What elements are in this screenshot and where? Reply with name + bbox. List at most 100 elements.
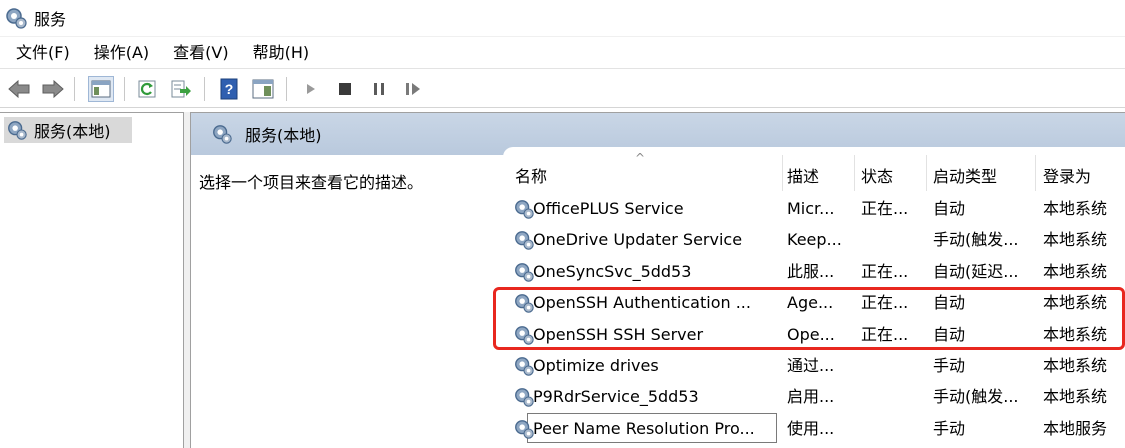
table-row[interactable]: OneDrive Updater Service Keep... 手动(触发... 本… <box>503 224 1125 255</box>
help-button[interactable]: ? <box>216 76 242 102</box>
start-service-button[interactable] <box>298 76 324 102</box>
cell-logon-as: 本地系统 <box>1043 387 1108 407</box>
stop-service-button[interactable] <box>332 76 358 102</box>
cell-status <box>861 224 923 255</box>
services-gear-icon <box>8 121 27 140</box>
cell-startup-type: 手动(触发... <box>933 230 1019 250</box>
cell-logon-as: 本地系统 <box>1043 199 1108 218</box>
cell-description: Ope... <box>787 324 835 344</box>
forward-arrow-icon <box>42 79 64 99</box>
cell-name: OpenSSH Authentication ... <box>533 293 751 313</box>
column-header-logon-as[interactable]: 登录为 <box>1039 157 1125 193</box>
cell-name: OfficePLUS Service <box>533 199 684 218</box>
refresh-icon <box>138 80 156 98</box>
cell-name: OpenSSH SSH Server <box>533 324 704 344</box>
forward-button[interactable] <box>40 76 66 102</box>
services-gear-icon <box>6 8 27 29</box>
cell-logon-as: 本地服务 <box>1043 418 1108 438</box>
cell-logon-as: 本地系统 <box>1043 324 1108 344</box>
column-header-name[interactable]: 名称 <box>511 157 773 193</box>
table-row[interactable]: OpenSSH SSH Server Ope... 正在... 自动 本地系统 <box>503 319 1125 350</box>
cell-status: 正在... <box>861 199 909 218</box>
tree-item-label: 服务(本地) <box>34 122 111 141</box>
cell-name: Peer Name Resolution Pro... <box>533 418 755 438</box>
export-list-icon <box>171 80 191 98</box>
pane-title: 服务(本地) <box>245 126 322 145</box>
cell-name: P9RdrService_5dd53 <box>533 387 699 407</box>
table-row[interactable]: Optimize drives 通过... 手动 本地系统 <box>503 350 1125 381</box>
cell-description: 此服... <box>787 261 835 281</box>
cell-status: 正在... <box>861 324 909 344</box>
cell-name: OneSyncSvc_5dd53 <box>533 261 692 281</box>
menu-bar: 文件(F) 操作(A) 查看(V) 帮助(H) <box>0 36 1125 68</box>
cell-description: Micr... <box>787 199 835 218</box>
details-pane: 服务(本地) 选择一个项目来查看它的描述。 ^ 名称 描述 状态 启动类型 登录… <box>190 112 1125 448</box>
service-gear-icon <box>515 200 534 219</box>
table-row[interactable]: OneSyncSvc_5dd53 此服... 正在... 自动(延迟... 本地系统 <box>503 256 1125 287</box>
column-header-status[interactable]: 状态 <box>857 157 927 193</box>
show-hide-console-tree-icon <box>91 80 111 98</box>
service-gear-icon <box>515 294 534 313</box>
svg-text:?: ? <box>225 81 234 97</box>
cell-name: Optimize drives <box>533 356 659 375</box>
pause-service-button[interactable] <box>366 76 392 102</box>
back-button[interactable] <box>6 76 32 102</box>
cell-startup-type: 手动 <box>933 418 966 438</box>
services-list: ^ 名称 描述 状态 启动类型 登录为 OfficePLUS Service Mi… <box>503 147 1125 448</box>
cell-description: Keep... <box>787 230 842 250</box>
cell-description: 使用... <box>787 418 835 438</box>
title-bar: 服务 <box>0 0 1125 36</box>
export-list-button[interactable] <box>168 76 194 102</box>
show-hide-tree-button[interactable] <box>88 76 114 102</box>
restart-service-button[interactable] <box>400 76 426 102</box>
cell-startup-type: 手动(触发... <box>933 387 1019 407</box>
cell-startup-type: 自动 <box>933 293 966 313</box>
pause-service-icon <box>374 83 384 95</box>
service-gear-icon <box>515 419 534 439</box>
cell-logon-as: 本地系统 <box>1043 261 1108 281</box>
help-icon: ? <box>220 78 238 100</box>
column-header-startup-type[interactable]: 启动类型 <box>929 157 1035 193</box>
cell-startup-type: 手动 <box>933 356 966 375</box>
menu-action[interactable]: 操作(A) <box>86 39 157 67</box>
description-hint: 选择一个项目来查看它的描述。 <box>199 173 424 192</box>
menu-help[interactable]: 帮助(H) <box>245 39 318 67</box>
column-header-description[interactable]: 描述 <box>783 157 853 193</box>
toolbar: ? <box>0 68 1125 108</box>
table-row[interactable]: P9RdrService_5dd53 启用... 手动(触发... 本地系统 <box>503 381 1125 412</box>
cell-status: 正在... <box>861 293 909 313</box>
properties-pane-icon <box>252 79 274 99</box>
table-row[interactable]: OpenSSH Authentication ... Age... 正在... 自动 本… <box>503 287 1125 318</box>
cell-startup-type: 自动(延迟... <box>933 261 1019 281</box>
stop-service-icon <box>339 83 351 95</box>
table-row[interactable]: OfficePLUS Service Micr... 正在... 自动 本地系统 <box>503 193 1125 224</box>
cell-description: Age... <box>787 293 834 313</box>
refresh-button[interactable] <box>134 76 160 102</box>
menu-view[interactable]: 查看(V) <box>165 39 236 67</box>
cell-status <box>861 350 923 381</box>
cell-description: 通过... <box>787 356 835 375</box>
service-gear-icon <box>515 262 534 282</box>
cell-description: 启用... <box>787 387 835 407</box>
services-gear-icon <box>213 125 232 144</box>
console-tree: 服务(本地) <box>0 112 184 448</box>
cell-status: 正在... <box>861 261 909 281</box>
tree-item-services-local[interactable]: 服务(本地) <box>4 117 132 143</box>
service-gear-icon <box>515 231 534 251</box>
cell-startup-type: 自动 <box>933 324 966 344</box>
cell-status <box>861 413 923 444</box>
table-row[interactable]: Peer Name Resolution Pro... 使用... 手动 本地服务 <box>503 412 1125 444</box>
window-title: 服务 <box>34 10 67 29</box>
service-gear-icon <box>515 325 534 345</box>
service-gear-icon <box>515 357 534 376</box>
service-gear-icon <box>515 388 534 408</box>
start-service-icon <box>307 84 315 94</box>
cell-startup-type: 自动 <box>933 199 966 218</box>
properties-pane-button[interactable] <box>250 76 276 102</box>
back-arrow-icon <box>8 79 30 99</box>
menu-file[interactable]: 文件(F) <box>8 39 78 67</box>
cell-logon-as: 本地系统 <box>1043 230 1108 250</box>
cell-status <box>861 381 923 412</box>
cell-logon-as: 本地系统 <box>1043 293 1108 313</box>
cell-name: OneDrive Updater Service <box>533 230 743 250</box>
